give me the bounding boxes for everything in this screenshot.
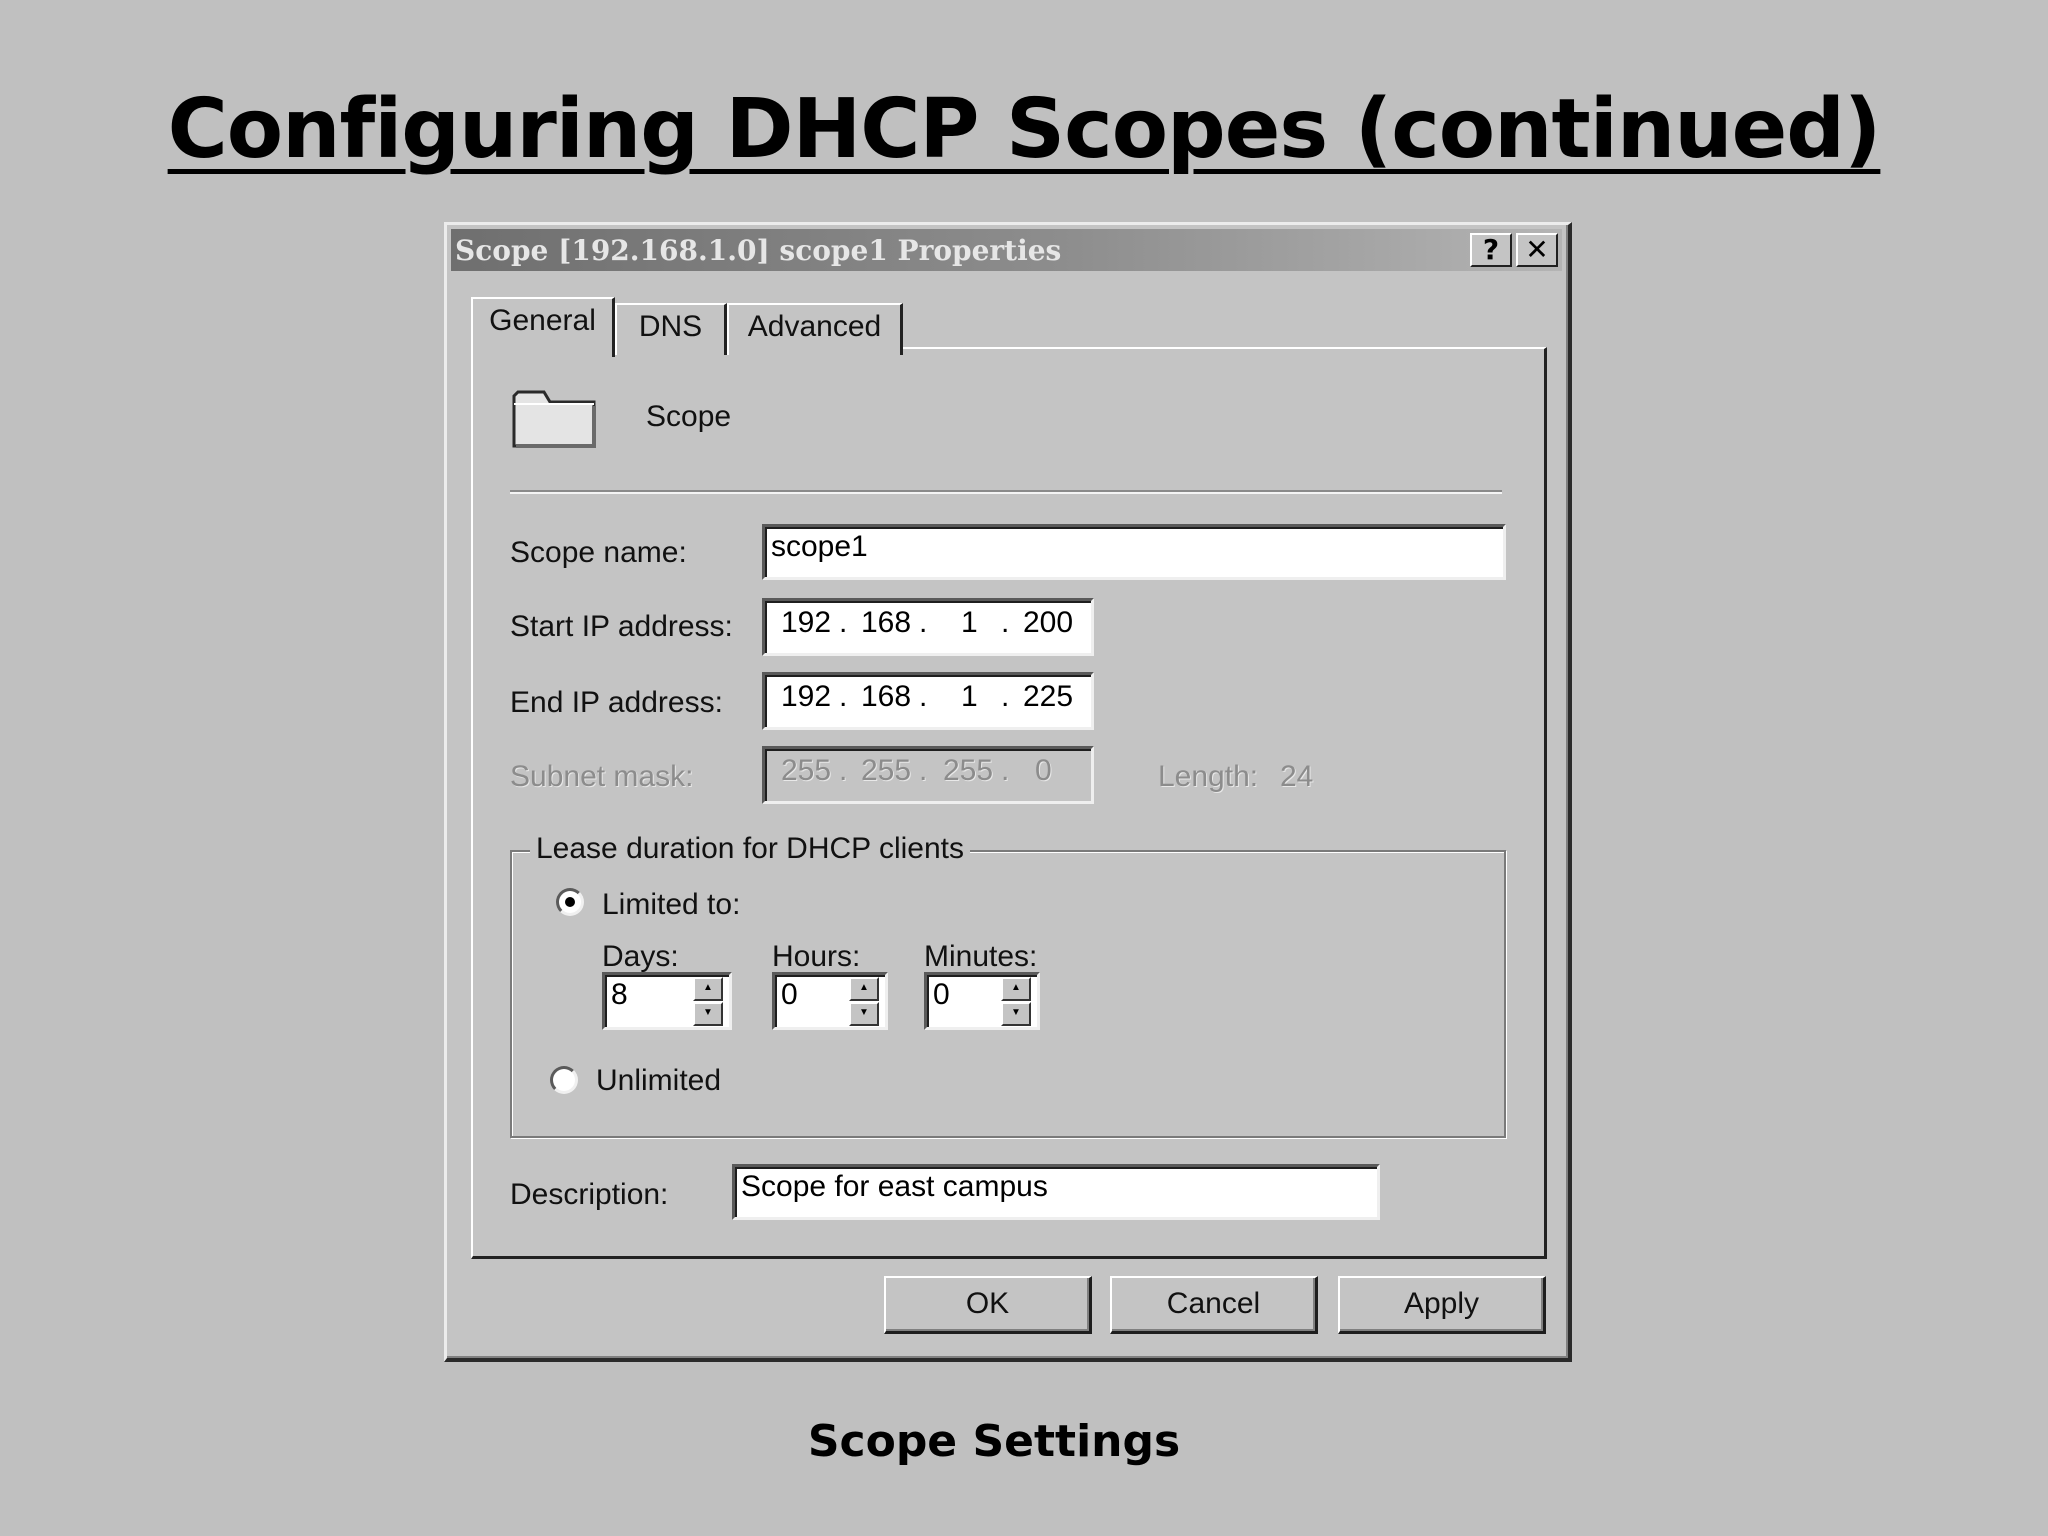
ip-dot: .	[919, 680, 928, 713]
ip-dot: .	[919, 754, 928, 787]
start-ip-octet-4: 200	[1023, 606, 1074, 639]
minutes-value: 0	[933, 978, 950, 1011]
scope-name-label: Scope name:	[510, 536, 687, 569]
tab-general-label: General	[489, 304, 596, 337]
end-ip-octet-1: 192	[781, 680, 832, 713]
length-value: 24	[1280, 760, 1314, 793]
hours-label: Hours:	[772, 940, 861, 973]
subnet-octet-1: 255	[781, 754, 832, 787]
end-ip-octet-4: 225	[1023, 680, 1074, 713]
minutes-spin-control[interactable]: ▲ ▼	[1001, 975, 1031, 1027]
cancel-button[interactable]: Cancel	[1110, 1276, 1318, 1334]
start-ip-input[interactable]: 192 . 168 . 1 . 200	[762, 598, 1094, 656]
subnet-octet-3: 255	[943, 754, 994, 787]
minutes-spinbox[interactable]: 0 ▲ ▼	[924, 972, 1040, 1030]
tab-advanced[interactable]: Advanced	[727, 303, 903, 355]
header-separator	[510, 490, 1502, 494]
subnet-mask-input: 255 . 255 . 255 . 0	[762, 746, 1094, 804]
hours-value: 0	[781, 978, 798, 1011]
start-ip-octet-1: 192	[781, 606, 832, 639]
radio-selected-dot	[565, 897, 575, 907]
ip-dot: .	[839, 754, 848, 787]
slide-title: Configuring DHCP Scopes (continued)	[167, 82, 1882, 177]
unlimited-label: Unlimited	[596, 1064, 722, 1097]
end-ip-input[interactable]: 192 . 168 . 1 . 225	[762, 672, 1094, 730]
dialog-title: Scope [192.168.1.0] scope1 Properties	[455, 234, 1062, 267]
limited-radio[interactable]	[556, 888, 584, 916]
start-ip-label: Start IP address:	[510, 610, 733, 643]
end-ip-octet-2: 168	[861, 680, 912, 713]
ip-dot: .	[919, 606, 928, 639]
days-spin-control[interactable]: ▲ ▼	[693, 975, 723, 1027]
dialog-titlebar[interactable]: Scope [192.168.1.0] scope1 Properties ? …	[451, 229, 1562, 271]
days-value: 8	[611, 978, 628, 1011]
days-label: Days:	[602, 940, 679, 973]
hours-spinbox[interactable]: 0 ▲ ▼	[772, 972, 888, 1030]
length-label: Length:	[1158, 760, 1259, 793]
description-value: Scope for east campus	[741, 1170, 1048, 1203]
minutes-spin-up-icon[interactable]: ▲	[1001, 977, 1031, 1001]
lease-duration-legend: Lease duration for DHCP clients	[530, 832, 970, 866]
folder-icon	[510, 384, 598, 457]
ok-button[interactable]: OK	[884, 1276, 1092, 1334]
start-ip-octet-2: 168	[861, 606, 912, 639]
close-button[interactable]: ✕	[1516, 233, 1558, 267]
scope-name-input[interactable]: scope1	[762, 524, 1506, 580]
end-ip-octet-3: 1	[961, 680, 978, 713]
close-icon: ✕	[1525, 233, 1549, 266]
ip-dot: .	[1001, 754, 1010, 787]
unlimited-radio[interactable]	[550, 1066, 578, 1094]
description-label: Description:	[510, 1178, 669, 1211]
hours-spin-down-icon[interactable]: ▼	[849, 1002, 879, 1026]
days-spinbox[interactable]: 8 ▲ ▼	[602, 972, 732, 1030]
apply-button[interactable]: Apply	[1338, 1276, 1546, 1334]
subnet-mask-label: Subnet mask:	[510, 760, 694, 793]
subnet-octet-4: 0	[1035, 754, 1052, 787]
ip-dot: .	[1001, 680, 1010, 713]
tab-advanced-label: Advanced	[747, 310, 882, 343]
tab-dns-label: DNS	[638, 310, 703, 343]
scope-header-label: Scope	[646, 400, 732, 433]
tab-dns[interactable]: DNS	[615, 303, 727, 355]
subnet-octet-2: 255	[861, 754, 912, 787]
tab-general[interactable]: General	[471, 297, 615, 357]
description-input[interactable]: Scope for east campus	[732, 1164, 1380, 1220]
minutes-label: Minutes:	[924, 940, 1038, 973]
scope-name-value: scope1	[771, 530, 868, 563]
days-spin-up-icon[interactable]: ▲	[693, 977, 723, 1001]
limited-label: Limited to:	[602, 888, 741, 921]
start-ip-octet-3: 1	[961, 606, 978, 639]
hours-spin-up-icon[interactable]: ▲	[849, 977, 879, 1001]
ip-dot: .	[839, 680, 848, 713]
ip-dot: .	[839, 606, 848, 639]
days-spin-down-icon[interactable]: ▼	[693, 1002, 723, 1026]
hours-spin-control[interactable]: ▲ ▼	[849, 975, 879, 1027]
ip-dot: .	[1001, 606, 1010, 639]
help-button[interactable]: ?	[1470, 233, 1512, 267]
minutes-spin-down-icon[interactable]: ▼	[1001, 1002, 1031, 1026]
end-ip-label: End IP address:	[510, 686, 723, 719]
slide-caption: Scope Settings	[807, 1416, 1181, 1467]
